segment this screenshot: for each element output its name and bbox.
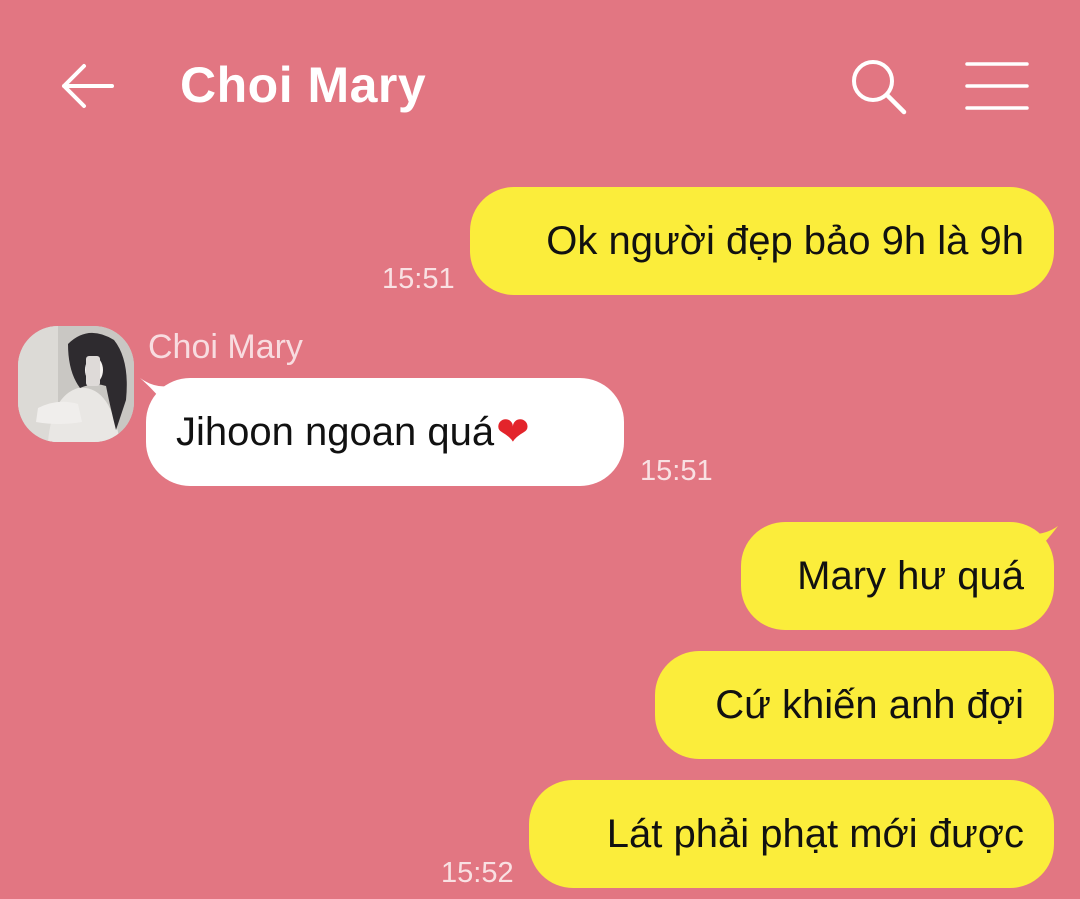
message-bubble-outgoing[interactable]: Ok người đẹp bảo 9h là 9h <box>470 187 1054 295</box>
message-timestamp: 15:51 <box>640 455 713 487</box>
sender-name: Choi Mary <box>148 328 303 366</box>
hamburger-menu-icon <box>965 62 1029 110</box>
message-bubble-outgoing[interactable]: Cứ khiến anh đợi <box>655 651 1054 759</box>
message-timestamp: 15:51 <box>382 263 455 295</box>
avatar[interactable] <box>18 326 134 442</box>
message-text: Ok người đẹp bảo 9h là 9h <box>546 218 1024 263</box>
message-bubble-incoming[interactable]: Jihoon ngoan quá ❤ <box>146 378 624 486</box>
search-icon <box>852 60 907 115</box>
menu-button[interactable] <box>964 60 1030 112</box>
chat-title: Choi Mary <box>180 57 427 113</box>
avatar-photo <box>18 326 134 442</box>
message-text: Cứ khiến anh đợi <box>715 682 1024 727</box>
back-button[interactable] <box>58 57 116 115</box>
search-button[interactable] <box>848 56 908 116</box>
arrow-left-icon <box>62 64 114 108</box>
message-text: Mary hư quá <box>797 553 1024 598</box>
message-timestamp: 15:52 <box>441 857 514 889</box>
message-bubble-outgoing[interactable]: Mary hư quá <box>741 522 1054 630</box>
message-text: Jihoon ngoan quá <box>176 409 495 454</box>
message-text: Lát phải phạt mới được <box>606 811 1024 856</box>
heart-emoji: ❤ <box>496 409 530 455</box>
chat-header: Choi Mary <box>0 0 1080 170</box>
message-bubble-outgoing[interactable]: Lát phải phạt mới được <box>529 780 1054 888</box>
